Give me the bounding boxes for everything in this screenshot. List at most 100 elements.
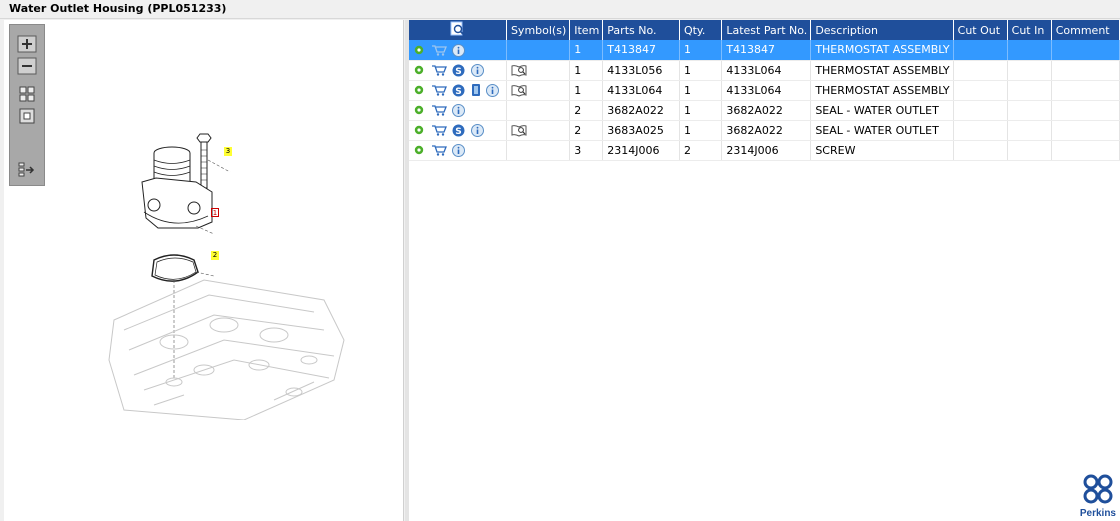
- perkins-logo: Perkins: [1080, 473, 1116, 519]
- zoom-in-button[interactable]: [17, 35, 37, 53]
- viewer-toolbar: [9, 24, 45, 186]
- row-latest: T413847: [721, 40, 812, 61]
- row-actions: S: [409, 80, 507, 101]
- row-symbols: [506, 60, 571, 81]
- exploded-parts-drawing[interactable]: [84, 120, 354, 420]
- row-cut-in: [1007, 140, 1052, 161]
- table-row[interactable]: S 1 4133L064 1 4133L064 THERMOSTAT ASSEM…: [409, 80, 1120, 101]
- row-cut-out: [953, 80, 1008, 101]
- row-item: 3: [569, 140, 604, 161]
- table-row[interactable]: 3 2314J006 2 2314J006 SCREW: [409, 140, 1120, 161]
- book-search-icon[interactable]: [511, 84, 527, 97]
- cart-icon[interactable]: [431, 64, 447, 76]
- table-header-row: Symbol(s) Item Parts No. Qty. Latest Par…: [409, 20, 1120, 40]
- row-cut-in: [1007, 80, 1052, 101]
- info-icon[interactable]: [452, 103, 465, 117]
- gear-icon[interactable]: [413, 44, 425, 56]
- row-latest: 3682A022: [721, 100, 812, 121]
- row-cut-out: [953, 140, 1008, 161]
- row-description: SEAL - WATER OUTLET: [810, 120, 954, 141]
- svg-text:S: S: [455, 67, 461, 77]
- header-cut-out[interactable]: Cut Out: [953, 20, 1008, 40]
- supersession-icon[interactable]: S: [452, 64, 465, 77]
- row-latest: 2314J006: [721, 140, 812, 161]
- svg-text:S: S: [455, 87, 461, 97]
- gear-icon[interactable]: [413, 64, 425, 76]
- gear-icon[interactable]: [413, 84, 425, 96]
- cart-icon[interactable]: [431, 144, 447, 156]
- document-icon[interactable]: [471, 83, 481, 97]
- header-cut-in[interactable]: Cut In: [1007, 20, 1052, 40]
- row-symbols: [506, 40, 571, 61]
- gear-icon[interactable]: [413, 104, 425, 116]
- svg-text:S: S: [455, 127, 461, 137]
- table-row[interactable]: S 2 3683A025 1 3682A022 SEAL - WATER OUT…: [409, 120, 1120, 141]
- square-icon: [19, 108, 35, 124]
- row-description: THERMOSTAT ASSEMBLY: [810, 80, 954, 101]
- row-latest: 4133L064: [721, 60, 812, 81]
- info-icon[interactable]: [470, 63, 484, 77]
- info-icon[interactable]: [452, 43, 465, 57]
- fit-all-button[interactable]: [17, 85, 37, 103]
- gear-icon[interactable]: [413, 144, 425, 156]
- row-latest: 4133L064: [721, 80, 812, 101]
- row-cut-in: [1007, 40, 1052, 61]
- row-comment: [1051, 60, 1120, 81]
- perkins-emblem-icon: [1083, 474, 1113, 504]
- row-parts-no: 3682A022: [602, 100, 680, 121]
- row-actions: [409, 140, 507, 161]
- table-row[interactable]: 2 3682A022 1 3682A022 SEAL - WATER OUTLE…: [409, 100, 1120, 121]
- layout-toggle-button[interactable]: [17, 161, 37, 179]
- header-parts-no[interactable]: Parts No.: [602, 20, 680, 40]
- row-cut-out: [953, 60, 1008, 81]
- row-description: THERMOSTAT ASSEMBLY: [810, 60, 954, 81]
- book-search-icon[interactable]: [511, 64, 527, 77]
- header-item[interactable]: Item: [569, 20, 604, 40]
- row-qty: 1: [679, 40, 723, 61]
- parts-pane: Symbol(s) Item Parts No. Qty. Latest Par…: [409, 20, 1120, 521]
- row-item: 1: [569, 40, 604, 61]
- info-icon[interactable]: [486, 83, 499, 97]
- supersession-icon[interactable]: S: [452, 124, 465, 137]
- row-cut-in: [1007, 100, 1052, 121]
- cart-icon[interactable]: [431, 84, 447, 96]
- header-qty[interactable]: Qty.: [679, 20, 723, 40]
- screw-drawing: [196, 133, 212, 189]
- row-qty: 1: [679, 80, 723, 101]
- cart-icon[interactable]: [431, 124, 447, 136]
- header-comment[interactable]: Comment: [1051, 20, 1120, 40]
- row-comment: [1051, 80, 1120, 101]
- row-symbols: [506, 140, 571, 161]
- row-comment: [1051, 140, 1120, 161]
- info-icon[interactable]: [452, 143, 465, 157]
- row-description: THERMOSTAT ASSEMBLY: [810, 40, 954, 61]
- row-parts-no: 2314J006: [602, 140, 680, 161]
- header-latest[interactable]: Latest Part No.: [721, 20, 812, 40]
- row-description: SCREW: [810, 140, 954, 161]
- callout-3[interactable]: 3: [224, 147, 232, 156]
- row-qty: 2: [679, 140, 723, 161]
- header-description[interactable]: Description: [810, 20, 954, 40]
- callout-1[interactable]: 1: [211, 208, 219, 217]
- supersession-icon[interactable]: S: [452, 84, 465, 97]
- row-parts-no: 3683A025: [602, 120, 680, 141]
- row-symbols: [506, 120, 571, 141]
- row-comment: [1051, 40, 1120, 61]
- gear-icon[interactable]: [413, 124, 425, 136]
- header-symbols[interactable]: Symbol(s): [506, 20, 571, 40]
- cylinder-head-drawing: [108, 279, 345, 420]
- actual-size-button[interactable]: [17, 107, 37, 125]
- cart-icon[interactable]: [431, 44, 447, 56]
- drawing-pane[interactable]: 3 1 2: [4, 20, 404, 521]
- table-row[interactable]: 1 T413847 1 T413847 THERMOSTAT ASSEMBLY: [409, 40, 1120, 61]
- table-row[interactable]: S 1 4133L056 1 4133L064 THERMOSTAT ASSEM…: [409, 60, 1120, 81]
- cart-icon[interactable]: [431, 104, 447, 116]
- parts-table: Symbol(s) Item Parts No. Qty. Latest Par…: [409, 20, 1120, 161]
- info-icon[interactable]: [470, 123, 484, 137]
- zoom-out-button[interactable]: [17, 57, 37, 75]
- callout-2[interactable]: 2: [211, 251, 219, 260]
- book-search-icon[interactable]: [511, 124, 527, 137]
- seal-drawing: [151, 254, 199, 282]
- header-search[interactable]: [409, 20, 507, 40]
- row-comment: [1051, 100, 1120, 121]
